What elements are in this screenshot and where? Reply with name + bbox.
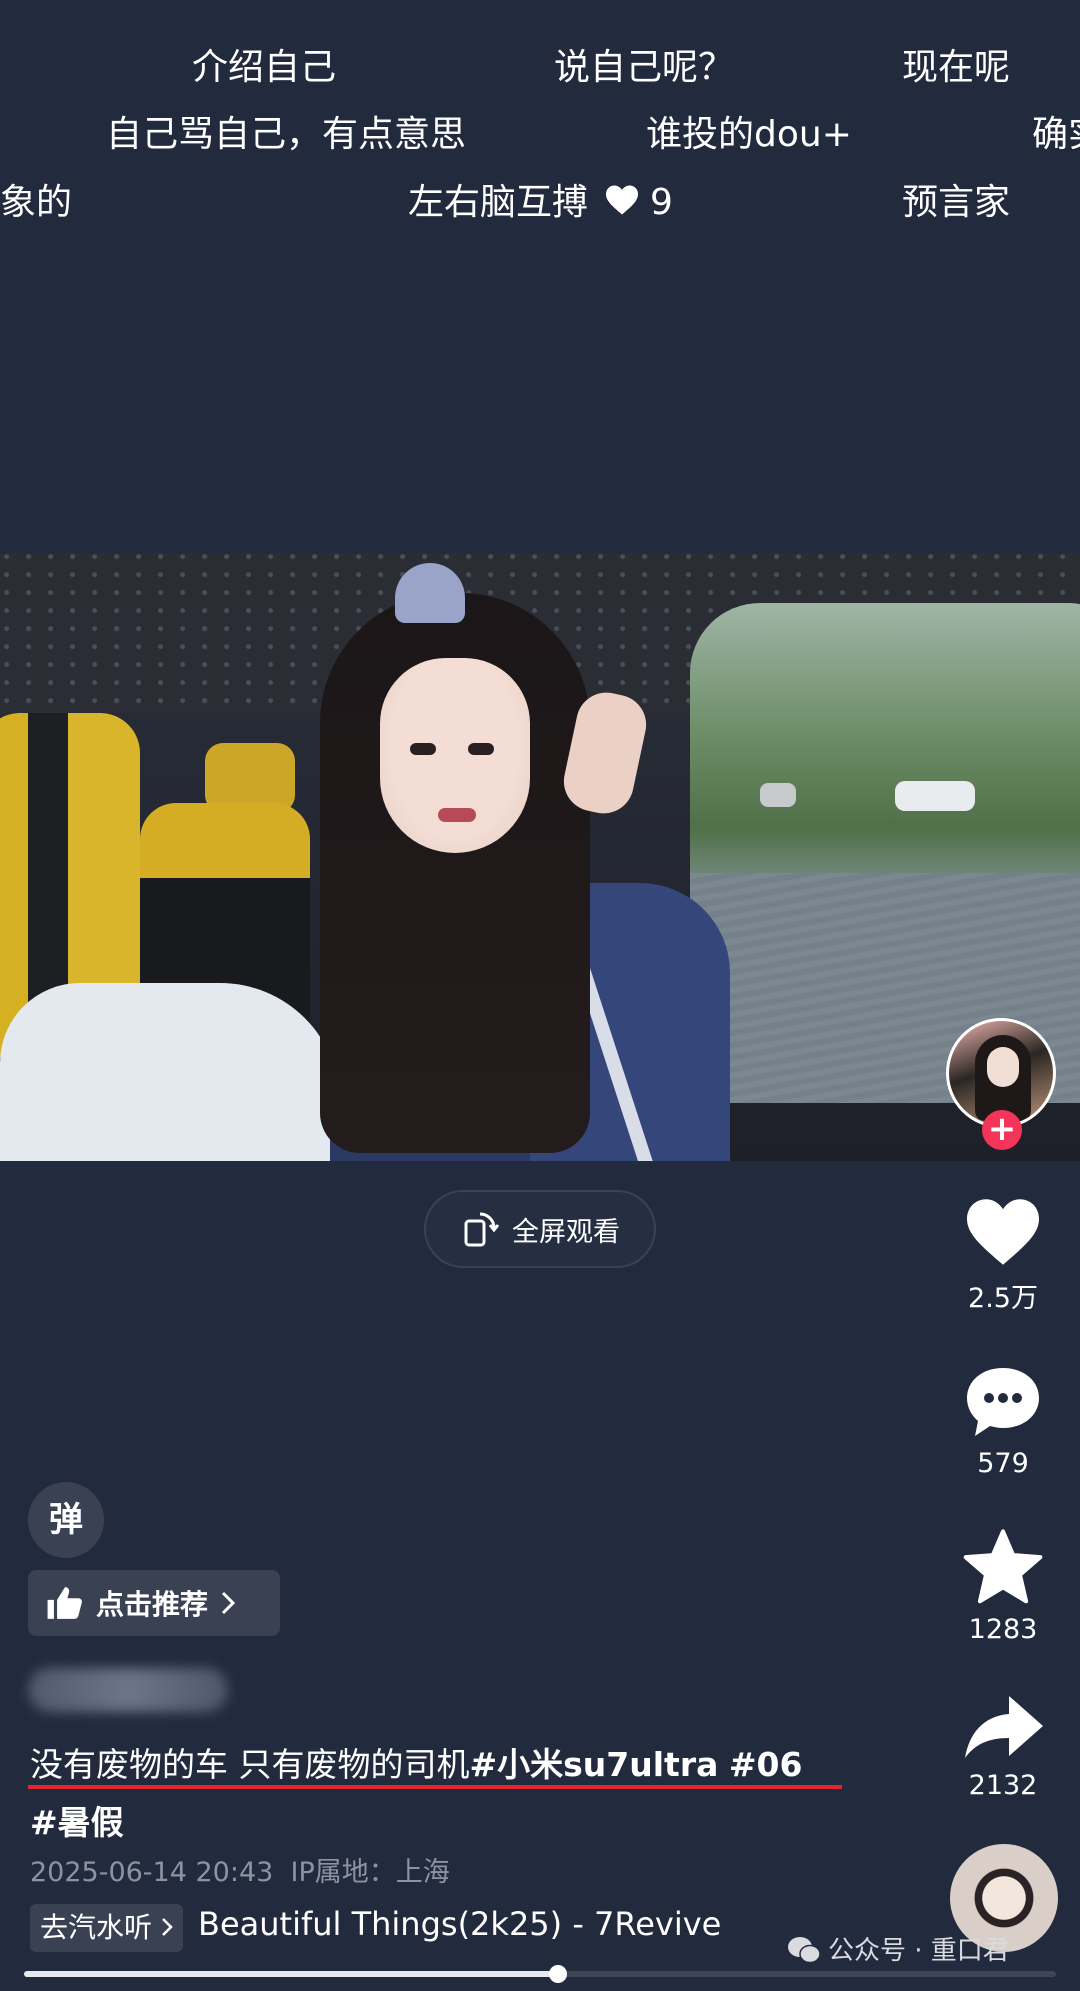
hashtag-link[interactable]: #小米su7ultra [470,1745,719,1784]
wechat-icon [788,1937,821,1964]
video-player[interactable] [0,553,1080,1161]
recommend-label: 点击推荐 [96,1588,209,1621]
share-count: 2132 [968,1770,1038,1801]
recommend-button[interactable]: 点击推荐 [28,1570,280,1636]
annotation-underline [28,1785,842,1789]
danmaku-text: 左右脑互搏 [408,182,589,223]
chevron-right-icon [162,1918,173,1936]
fullscreen-button[interactable]: 全屏观看 [424,1190,656,1268]
author-name-blurred[interactable] [28,1668,228,1712]
share-icon [965,1696,1043,1758]
comment-button[interactable]: 579 [948,1364,1058,1479]
hashtag-link[interactable]: #暑假 [30,1803,124,1842]
danmaku-toggle-button[interactable]: 弹 [28,1482,104,1558]
comment-icon [967,1368,1039,1436]
star-icon [963,1529,1043,1604]
music-app-link[interactable]: 去汽水听 [30,1904,183,1952]
danmaku-item: 谁投的dou+ [646,114,852,155]
post-description: 没有废物的车 只有废物的司机#小米su7ultra #06 #暑假 [30,1736,850,1852]
post-timestamp: 2025-06-14 20:43 [30,1857,274,1888]
hashtag-link[interactable]: #06 [729,1745,803,1784]
music-title[interactable]: Beautiful Things(2k25) - 7Revive [198,1905,721,1943]
follow-button[interactable]: + [982,1110,1022,1150]
favorite-count: 1283 [968,1614,1038,1645]
video-scene-person [0,563,730,1161]
thumbs-up-icon [47,1587,82,1619]
fullscreen-label: 全屏观看 [512,1216,620,1248]
like-button[interactable]: 2.5万 [948,1196,1058,1315]
favorite-button[interactable]: 1283 [948,1528,1058,1645]
chevron-right-icon [221,1591,236,1615]
description-text: 没有废物的车 只有废物的司机 [30,1745,470,1784]
danmaku-item: 介绍自己 [192,47,337,88]
danmaku-item: 预言家 [902,182,1011,223]
danmaku-item: 确实 [1032,114,1080,155]
danmaku-item: 象的 [0,182,73,223]
comment-count: 579 [977,1448,1029,1479]
rotate-screen-icon [464,1212,500,1247]
ip-location: IP属地：上海 [290,1857,450,1888]
watermark: 公众号 · 重口君 [786,1930,1009,1967]
danmaku-item-liked: 左右脑互搏 9 [408,173,673,225]
danmaku-item: 说自己呢？ [554,47,735,88]
danmaku-like-count: 9 [650,182,673,223]
danmaku-item: 现在呢 [902,47,1011,88]
progress-knob[interactable] [549,1965,567,1983]
post-meta: 2025-06-14 20:43 IP属地：上海 [30,1850,450,1889]
share-button[interactable]: 2132 [948,1692,1058,1801]
watermark-text: 公众号 · 重口君 [828,1936,1009,1966]
heart-icon [604,184,640,225]
like-count: 2.5万 [968,1283,1038,1314]
music-app-label: 去汽水听 [40,1911,153,1944]
heart-icon [967,1199,1039,1265]
progress-bar-fill [24,1971,558,1977]
danmaku-item: 自己骂自己，有点意思 [106,114,467,155]
